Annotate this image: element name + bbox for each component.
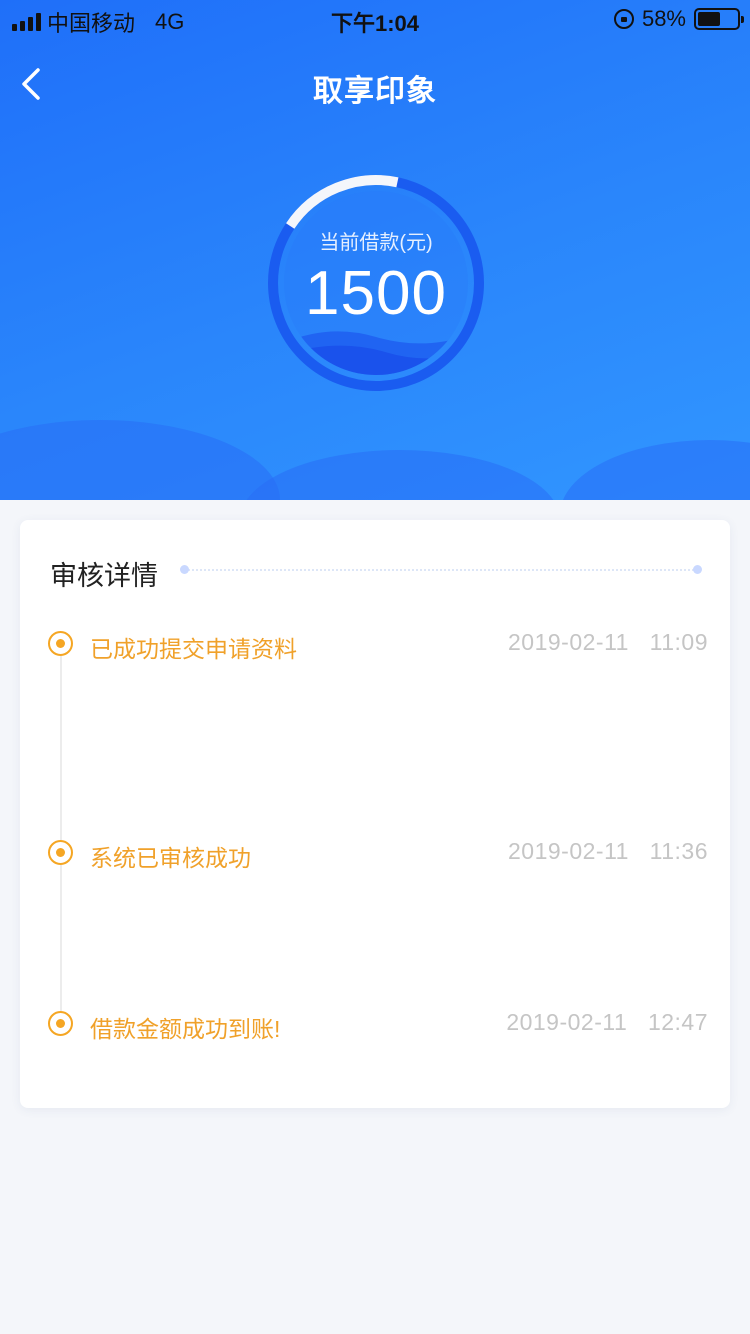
step-time: 2019-02-11 11:09 — [508, 629, 708, 656]
step-dot-icon — [48, 1011, 73, 1036]
step-date: 2019-02-11 — [506, 1009, 628, 1035]
rotation-lock-icon — [613, 9, 634, 29]
step-time: 2019-02-11 11:36 — [508, 838, 708, 865]
review-card: 审核详情 已成功提交申请资料 2019-02-11 11:09 系统已审核成功 … — [20, 520, 730, 1108]
status-bar: 中国移动 4G 下午1:04 58% — [0, 0, 750, 40]
battery-icon — [694, 8, 744, 30]
step-clock: 11:09 — [649, 629, 708, 655]
page-title: 取享印象 — [313, 75, 437, 108]
step-clock: 11:36 — [649, 838, 708, 864]
status-right: 58% — [613, 6, 744, 32]
step-text: 借款金额成功到账! — [90, 1016, 281, 1042]
step-date: 2019-02-11 — [508, 629, 629, 655]
cloud-decoration — [240, 450, 560, 500]
step-text: 已成功提交申请资料 — [90, 636, 297, 662]
divider-dot — [693, 565, 702, 574]
step-clock: 12:47 — [647, 1009, 708, 1035]
step-time: 2019-02-11 12:47 — [506, 1009, 708, 1036]
divider-dot — [180, 565, 189, 574]
step-text: 系统已审核成功 — [90, 845, 251, 871]
gauge-value: 1500 — [305, 259, 447, 328]
step-dot-icon — [48, 631, 73, 656]
header-banner: 中国移动 4G 下午1:04 58% 取享印象 当前借款(元) 1500 — [0, 0, 750, 500]
title-divider — [180, 565, 702, 574]
nav-bar: 取享印象 — [0, 50, 750, 120]
step-date: 2019-02-11 — [508, 838, 629, 864]
loan-gauge: 当前借款(元) 1500 — [265, 172, 487, 394]
timeline-step: 系统已审核成功 2019-02-11 11:36 — [48, 832, 708, 872]
battery-fill — [698, 12, 721, 26]
timeline-step: 已成功提交申请资料 2019-02-11 11:09 — [48, 623, 708, 663]
cloud-decoration — [560, 440, 750, 500]
cloud-decoration — [0, 420, 280, 500]
battery-percent: 58% — [641, 6, 686, 31]
timeline-step: 借款金额成功到账! 2019-02-11 12:47 — [48, 1003, 708, 1043]
review-title: 审核详情 — [50, 561, 158, 591]
gauge-label: 当前借款(元) — [319, 232, 433, 254]
step-dot-icon — [48, 840, 73, 865]
